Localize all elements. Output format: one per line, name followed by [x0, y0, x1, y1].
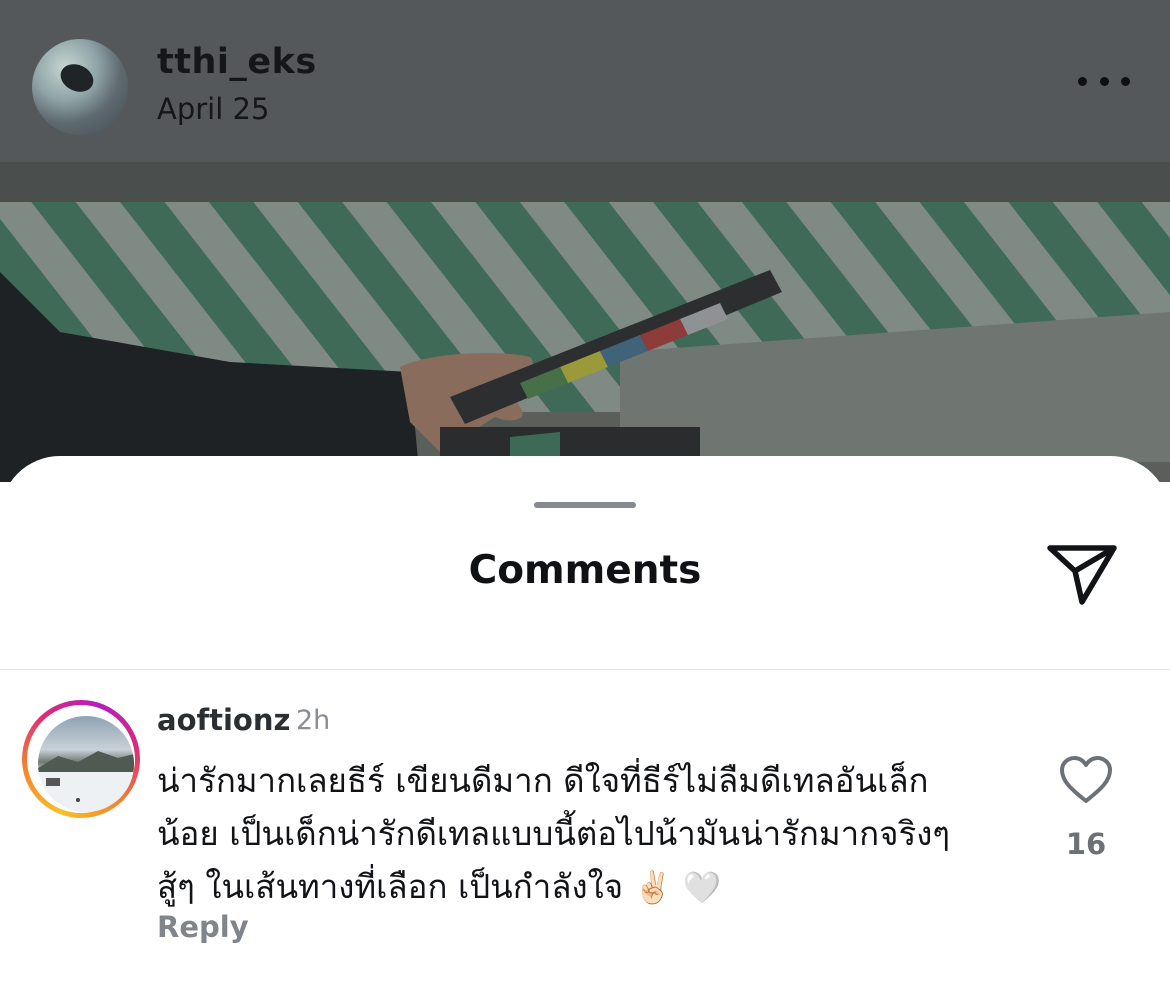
comment-line: น่ารักมากเลยธีร์ เขียนดีมาก ดีใจที่ธีร์ไ… [157, 761, 929, 800]
comment-timestamp: 2h [296, 705, 331, 736]
post-author-avatar[interactable] [32, 39, 128, 135]
sheet-title: Comments [468, 548, 702, 593]
comment-line: น้อย เป็นเด็กน่ารักดีเทลแบบนี้ต่อไปน้ามั… [157, 814, 951, 853]
comment-line-text: สู้ๆ ในเส้นทางที่เลือก เป็นกำลังใจ [157, 867, 624, 906]
comment-item: aoftionz 2h น่ารักมากเลยธีร์ เขียนดีมาก … [0, 670, 1170, 970]
comments-sheet: Comments aoftionz 2h น่ารักมากเลยธีร์ เข… [0, 456, 1170, 996]
send-icon[interactable] [1045, 542, 1119, 608]
comment-text: น่ารักมากเลยธีร์ เขียนดีมาก ดีใจที่ธีร์ไ… [157, 754, 1007, 915]
like-count: 16 [1065, 827, 1107, 861]
sheet-drag-handle[interactable] [534, 502, 636, 508]
comment-line-last: สู้ๆ ในเส้นทางที่เลือก เป็นกำลังใจ ✌🏻 🤍 [157, 860, 1007, 915]
heart-outline-icon[interactable] [1059, 755, 1113, 805]
reply-button[interactable]: Reply [157, 910, 249, 944]
white-heart-emoji: 🤍 [682, 870, 722, 906]
peace-emoji: ✌🏻 [633, 870, 673, 906]
post-image [0, 162, 1170, 482]
more-options-icon[interactable] [1078, 70, 1130, 92]
post-username[interactable]: tthi_eks [157, 42, 317, 82]
post-date: April 25 [157, 92, 270, 126]
comment-username[interactable]: aoftionz [157, 703, 290, 737]
commenter-avatar [38, 716, 134, 812]
story-ring[interactable] [22, 700, 140, 818]
post-header: tthi_eks April 25 [0, 0, 1170, 162]
